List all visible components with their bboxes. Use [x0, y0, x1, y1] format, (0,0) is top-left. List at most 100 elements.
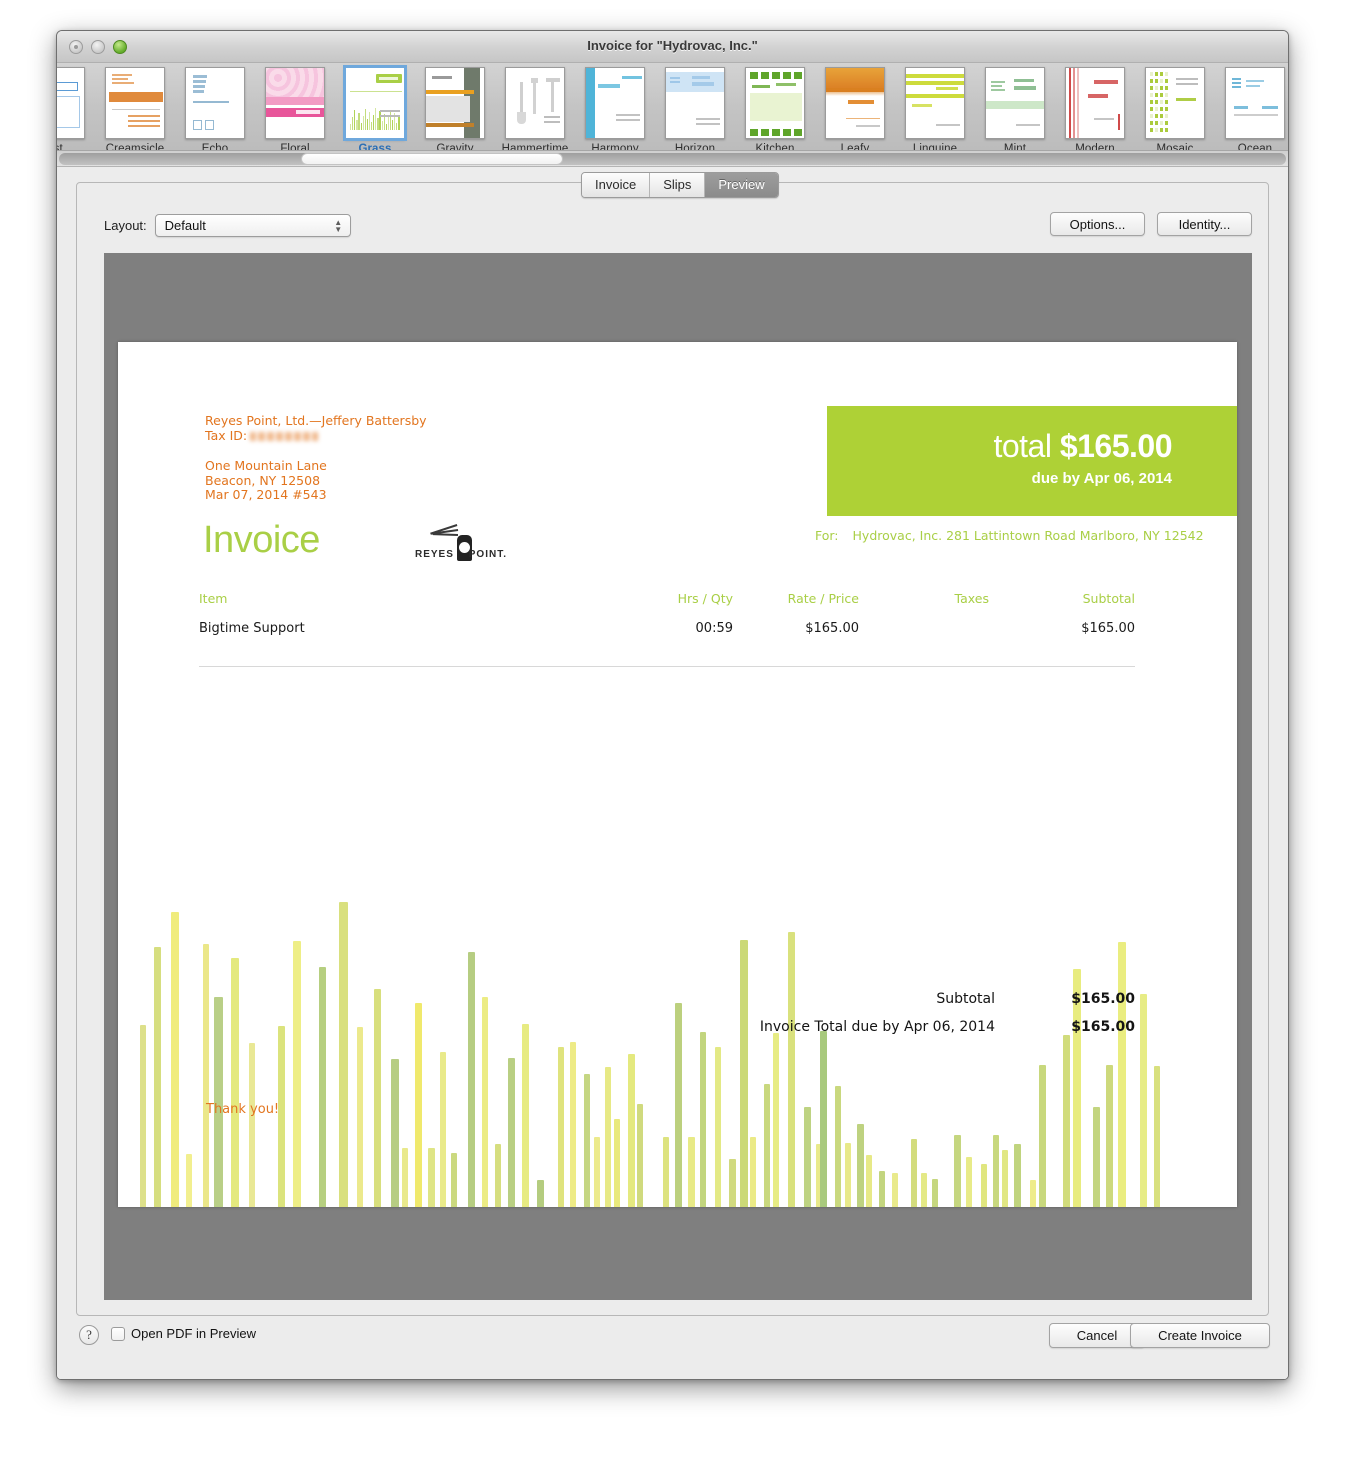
- grass-blade: [374, 989, 381, 1207]
- grass-blade: [570, 1042, 576, 1207]
- grass-blade: [954, 1135, 961, 1207]
- template-echo[interactable]: Echo: [175, 63, 255, 150]
- grass-blade: [628, 1054, 635, 1207]
- totals-row: Invoice Total due by Apr 06, 2014 $165.0…: [745, 1019, 1135, 1047]
- template-linguine[interactable]: Linguine: [895, 63, 975, 151]
- tab-slips[interactable]: Slips: [650, 173, 706, 197]
- open-pdf-label: Open PDF in Preview: [131, 1326, 256, 1341]
- template-horizon[interactable]: Horizon: [655, 63, 735, 151]
- identity-button[interactable]: Identity...: [1157, 212, 1252, 236]
- grass-blade: [451, 1153, 457, 1207]
- template-label: Leafy: [840, 143, 870, 151]
- template-leafy[interactable]: Leafy: [815, 63, 895, 151]
- template-thumbnail[interactable]: [665, 67, 725, 139]
- grass-blade: [1140, 994, 1147, 1207]
- scrollbar-thumb[interactable]: [301, 153, 563, 165]
- grass-blade: [845, 1143, 851, 1207]
- grass-blade: [319, 967, 326, 1207]
- col-hrs: Hrs / Qty: [677, 591, 733, 606]
- layout-select[interactable]: Default ▲ ▼: [154, 214, 351, 237]
- template-thumbnail[interactable]: [105, 67, 165, 139]
- grass-blade: [773, 1033, 779, 1207]
- col-item: Item: [199, 591, 228, 606]
- template-ocean[interactable]: Ocean: [1215, 63, 1288, 150]
- grass-blade: [558, 1047, 564, 1207]
- grass-blade: [440, 1052, 446, 1207]
- layout-row: Layout: Default ▲ ▼: [104, 214, 351, 237]
- template-mint[interactable]: Mint: [975, 63, 1055, 150]
- grass-blade: [804, 1107, 811, 1207]
- template-harmony[interactable]: Harmony: [575, 63, 655, 151]
- grass-blade: [614, 1119, 620, 1207]
- tab-invoice[interactable]: Invoice: [582, 173, 651, 197]
- template-kitchen[interactable]: Kitchen: [735, 63, 815, 150]
- address-line-1: One Mountain Lane: [205, 458, 327, 473]
- grass-blade: [857, 1124, 864, 1207]
- template-thumbnail[interactable]: [343, 65, 407, 141]
- chevron-updown-icon: ▲ ▼: [334, 218, 343, 234]
- template-thumbnail[interactable]: [1145, 67, 1205, 139]
- template-thumbnail[interactable]: [1065, 67, 1125, 139]
- grass-blade: [1063, 1035, 1070, 1207]
- template-gravity[interactable]: Gravity: [415, 63, 495, 150]
- total-amount: $165.00: [1059, 428, 1173, 464]
- grass-blade: [1106, 1065, 1113, 1207]
- template-label: Harmony: [591, 143, 639, 151]
- grass-blade: [750, 1137, 756, 1207]
- template-thumbnail[interactable]: [265, 67, 325, 139]
- grass-blade: [508, 1058, 515, 1207]
- template-chooser[interactable]: ast Creamsicle Echo Floral Grass Gravity Hamme…: [57, 63, 1288, 151]
- total-label: total: [993, 428, 1052, 464]
- tab-preview[interactable]: Preview: [705, 173, 778, 197]
- template-modern[interactable]: Modern: [1055, 63, 1135, 150]
- sender-name: Reyes Point, Ltd.—Jeffery Battersby: [205, 413, 427, 428]
- grass-blade: [675, 1003, 682, 1207]
- grass-blade: [468, 952, 475, 1207]
- pdf-preview-area[interactable]: Reyes Point, Ltd.—Jeffery Battersby Tax …: [104, 253, 1252, 1300]
- create-invoice-button[interactable]: Create Invoice: [1130, 1323, 1270, 1348]
- grass-blade: [1039, 1065, 1046, 1207]
- total-box: total $165.00 due by Apr 06, 2014: [827, 406, 1237, 516]
- template-scrollbar[interactable]: [57, 151, 1288, 167]
- checkbox-box[interactable]: [111, 1326, 125, 1341]
- grass-blade: [594, 1137, 600, 1207]
- template-thumbnail[interactable]: [425, 67, 485, 139]
- invoice-page: Reyes Point, Ltd.—Jeffery Battersby Tax …: [118, 342, 1237, 1207]
- template-grass[interactable]: Grass: [335, 63, 415, 150]
- tax-id-label: Tax ID:: [205, 427, 248, 443]
- template-ast[interactable]: ast: [57, 63, 95, 150]
- template-thumbnail[interactable]: [1225, 67, 1285, 139]
- grass-blade: [1002, 1150, 1008, 1207]
- template-thumbnail[interactable]: [585, 67, 645, 139]
- template-thumbnail[interactable]: [745, 67, 805, 139]
- template-hammertime[interactable]: Hammertime: [495, 63, 575, 150]
- grass-blade: [495, 1144, 501, 1207]
- template-thumbnail[interactable]: [905, 67, 965, 139]
- totals-block: Subtotal $165.00 Invoice Total due by Ap…: [745, 991, 1135, 1047]
- help-button[interactable]: ?: [79, 1325, 99, 1345]
- grass-blade: [428, 1148, 435, 1207]
- template-creamsicle[interactable]: Creamsicle: [95, 63, 175, 150]
- grass-blade: [981, 1164, 987, 1207]
- template-floral[interactable]: Floral: [255, 63, 335, 150]
- template-thumbnail[interactable]: [505, 67, 565, 139]
- col-taxes: Taxes: [954, 591, 989, 606]
- template-label: Horizon: [674, 143, 716, 151]
- template-strip: ast Creamsicle Echo Floral Grass Gravity Hamme…: [57, 63, 1288, 151]
- grass-blade: [171, 912, 179, 1207]
- grass-blade: [584, 1074, 590, 1207]
- template-mosaic[interactable]: Mosaic: [1135, 63, 1215, 150]
- template-thumbnail[interactable]: [185, 67, 245, 139]
- options-button[interactable]: Options...: [1050, 212, 1145, 236]
- template-label: Linguine: [912, 143, 958, 151]
- template-thumbnail[interactable]: [57, 67, 85, 139]
- grass-blade: [892, 1173, 898, 1207]
- grass-blade: [231, 958, 239, 1207]
- grass-blade: [932, 1179, 938, 1207]
- template-thumbnail[interactable]: [825, 67, 885, 139]
- open-pdf-checkbox[interactable]: Open PDF in Preview: [111, 1326, 256, 1341]
- grass-blade: [700, 1032, 706, 1207]
- address-line-3: Mar 07, 2014 #543: [205, 487, 327, 502]
- grass-blade: [879, 1171, 885, 1207]
- template-thumbnail[interactable]: [985, 67, 1045, 139]
